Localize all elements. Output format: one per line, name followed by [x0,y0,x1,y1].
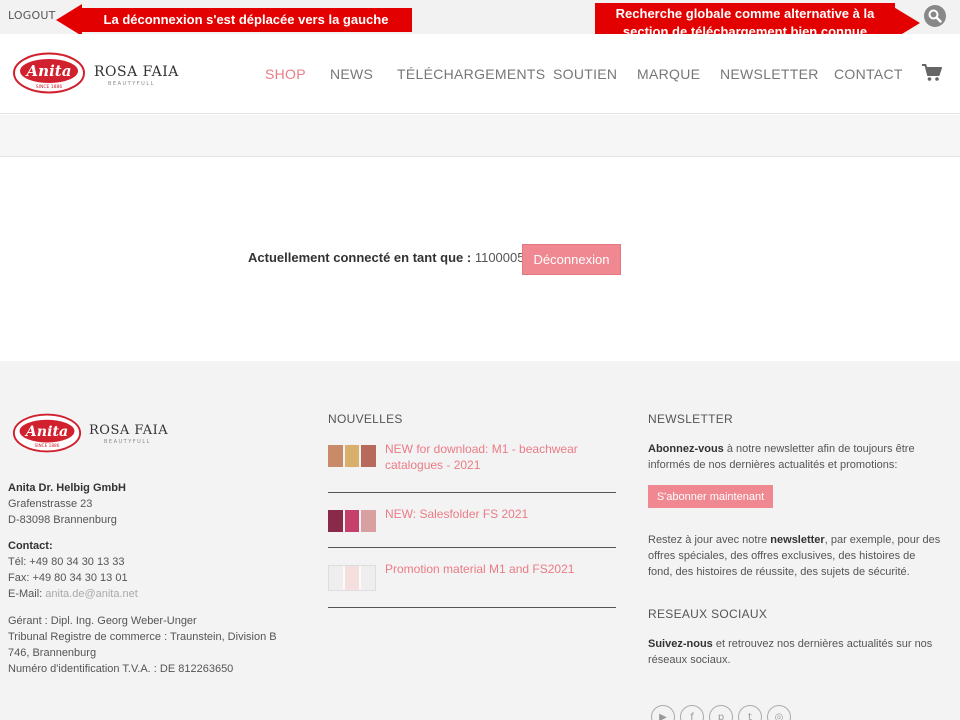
register-info-2: 746, Brannenburg [8,647,97,659]
logged-in-label: Actuellement connecté en tant que : [248,250,472,265]
nav-downloads[interactable]: TÉLÉCHARGEMENTS [397,66,545,82]
company-city: D-83098 Brannenburg [8,514,117,526]
annotation-arrow-left [56,4,82,36]
search-button[interactable] [924,5,946,27]
news-item[interactable]: Promotion material M1 and FS2021 [328,559,616,608]
footer-anita-since-text: SINCE 1886 [35,443,60,449]
contact-fax: Fax: +49 80 34 30 13 01 [8,572,128,584]
annotation-right-line1: Recherche globale comme alternative à la [615,6,875,21]
social-text-line2: réseaux sociaux. [648,654,731,666]
search-icon [928,9,942,23]
contact-tel: Tél: +49 80 34 30 13 33 [8,556,125,568]
footer-rosa-faia-logo[interactable]: ROSA FAIA [89,423,168,438]
cart-icon [922,64,942,81]
vat-info: Numéro d'identification T.V.A. : DE 8122… [8,663,234,675]
contact-heading: Contact: [8,540,53,552]
twitter-icon[interactable]: t [738,705,762,720]
email-link[interactable]: anita.de@anita.net [45,588,138,600]
rosa-faia-tagline: BEAUTYFULL [108,81,155,87]
register-info-1: Tribunal Registre de commerce : Traunste… [8,631,277,643]
stay-updated-line3: fond, des histoires de réussite, des suj… [648,566,910,578]
pinterest-icon[interactable]: p [709,705,733,720]
news-link[interactable]: Promotion material M1 and FS2021 [385,561,615,577]
stay-updated-line1: Restez à jour avec notre newsletter, par… [648,534,941,546]
logout-link[interactable]: LOGOUT [8,9,56,22]
instagram-icon[interactable]: ◎ [767,705,791,720]
anita-since-text: SINCE 1886 [36,84,63,90]
news-thumbnail [328,445,377,467]
company-name: Anita Dr. Helbig GmbH [8,482,126,494]
newsletter-text-line2: informés de nos dernières actualités et … [648,459,898,471]
site-header: Anita SINCE 1886 ROSA FAIA BEAUTYFULL SH… [0,34,960,114]
facebook-icon[interactable]: f [680,705,704,720]
logout-button[interactable]: Déconnexion [522,244,621,275]
news-heading: NOUVELLES [328,412,403,426]
news-item[interactable]: NEW for download: M1 - beachwear catalog… [328,439,616,493]
social-heading: RESEAUX SOCIAUX [648,607,768,621]
social-text-line1: Suivez-nous et retrouvez nos dernières a… [648,638,933,650]
news-thumbnail [328,565,376,591]
logged-in-status: Actuellement connecté en tant que : 1100… [248,250,532,265]
news-link[interactable]: NEW for download: M1 - beachwear catalog… [385,441,615,473]
annotation-left: La déconnexion s'est déplacée vers la ga… [80,8,412,32]
nav-brand[interactable]: MARQUE [637,66,700,82]
page-title-band [0,115,960,157]
subscribe-button[interactable]: S'abonner maintenant [648,485,773,508]
company-street: Grafenstrasse 23 [8,498,93,510]
newsletter-heading: NEWSLETTER [648,412,734,426]
footer-anita-logo-text: Anita [24,424,68,440]
footer-anita-logo[interactable]: Anita SINCE 1886 [12,413,82,457]
news-thumbnail [328,510,377,532]
nav-news[interactable]: NEWS [330,66,373,82]
news-item[interactable]: NEW: Salesfolder FS 2021 [328,504,616,548]
anita-logo-text: Anita [25,62,72,80]
cart-button[interactable] [922,64,942,86]
contact-email: E-Mail: anita.de@anita.net [8,588,138,600]
newsletter-text-line1: Abonnez-vous à notre newsletter afin de … [648,443,915,455]
rosa-faia-logo[interactable]: ROSA FAIA [94,64,179,80]
site-footer: Anita SINCE 1886 ROSA FAIA BEAUTYFULL An… [0,361,960,720]
nav-newsletter[interactable]: NEWSLETTER [720,66,819,82]
nav-contact[interactable]: CONTACT [834,66,903,82]
manager-info: Gérant : Dipl. Ing. Georg Weber-Unger [8,615,197,627]
nav-support[interactable]: SOUTIEN [553,66,617,82]
youtube-icon[interactable]: ▶ [651,705,675,720]
news-link[interactable]: NEW: Salesfolder FS 2021 [385,506,615,522]
stay-updated-line2: offres spéciales, des offres exclusives,… [648,550,916,562]
anita-logo[interactable]: Anita SINCE 1886 [12,52,86,98]
footer-rosa-faia-tagline: BEAUTYFULL [104,439,151,445]
nav-shop[interactable]: SHOP [265,66,306,82]
